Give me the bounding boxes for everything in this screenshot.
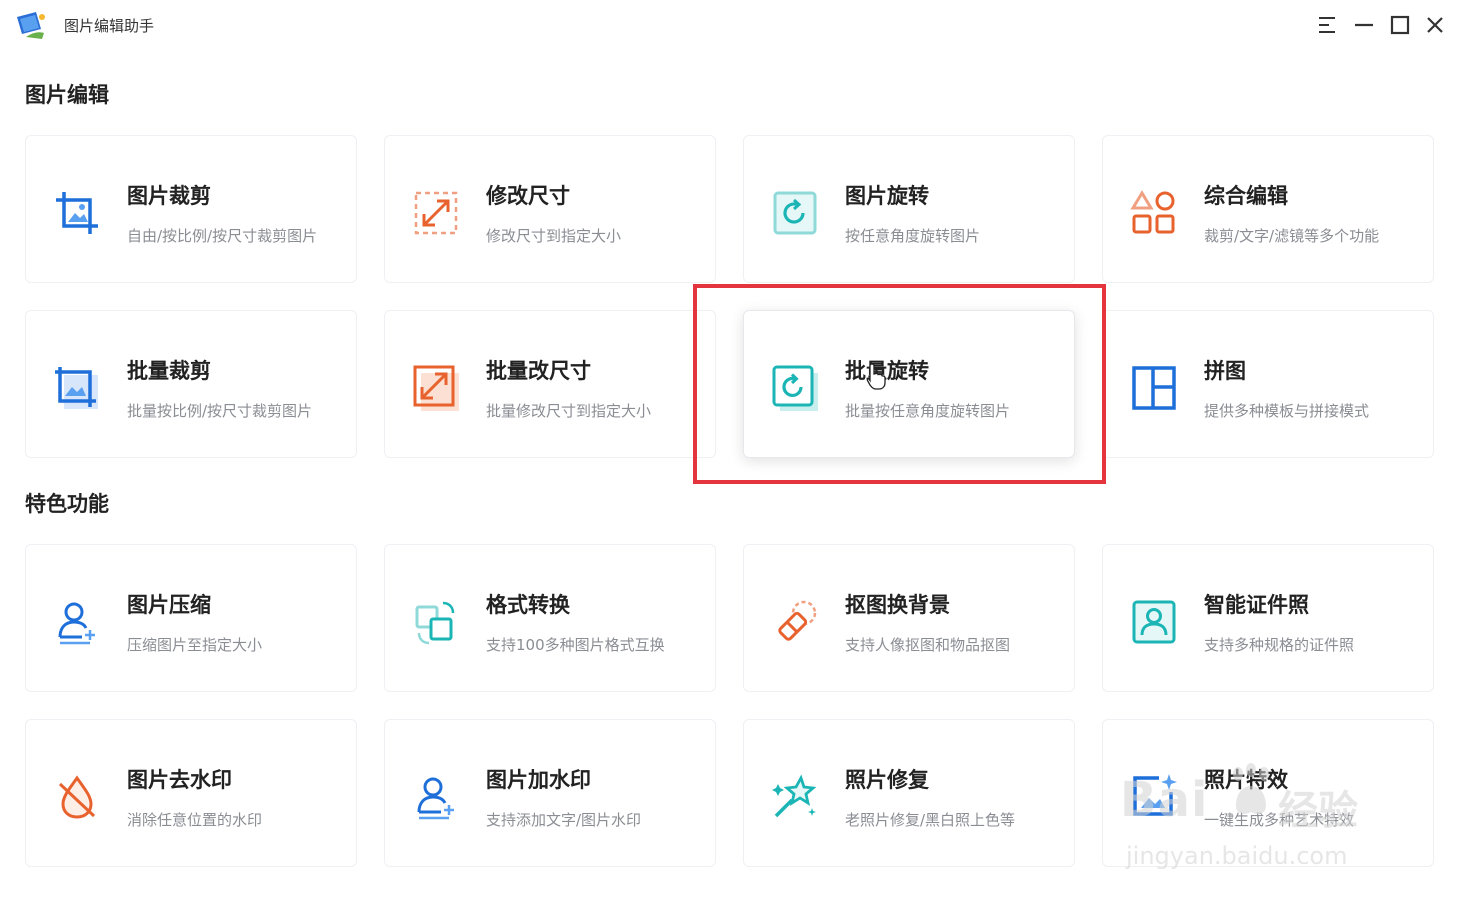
- id-photo-icon: [1132, 600, 1176, 644]
- minimize-icon[interactable]: [1351, 12, 1377, 38]
- card-comprehensive-edit[interactable]: 综合编辑 裁剪/文字/滤镜等多个功能: [1102, 135, 1434, 283]
- card-desc: 批量修改尺寸到指定大小: [486, 402, 652, 420]
- card-desc: 自由/按比例/按尺寸裁剪图片: [127, 227, 318, 245]
- card-title: 照片特效: [1204, 768, 1288, 792]
- card-photo-repair[interactable]: 照片修复 老照片修复/黑白照上色等: [743, 719, 1075, 867]
- card-title: 照片修复: [845, 768, 929, 792]
- convert-icon: [415, 601, 455, 645]
- card-title: 批量裁剪: [127, 359, 211, 383]
- card-format-convert[interactable]: 格式转换 支持100多种图片格式互换: [384, 544, 716, 692]
- app-logo-icon: [17, 12, 45, 39]
- menu-icon[interactable]: [1314, 12, 1340, 38]
- card-compress[interactable]: 图片压缩 压缩图片至指定大小: [25, 544, 357, 692]
- crop-icon: [56, 192, 98, 234]
- card-desc: 支持添加文字/图片水印: [486, 811, 642, 829]
- card-desc: 一键生成多种艺术特效: [1204, 811, 1355, 829]
- card-batch-resize[interactable]: 批量改尺寸 批量修改尺寸到指定大小: [384, 310, 716, 458]
- card-desc: 提供多种模板与拼接模式: [1204, 402, 1370, 420]
- title-bar: 图片编辑助手: [0, 0, 1464, 52]
- app-title: 图片编辑助手: [64, 17, 155, 35]
- card-title: 格式转换: [486, 593, 570, 617]
- batch-crop-icon: [55, 367, 98, 409]
- card-desc: 裁剪/文字/滤镜等多个功能: [1204, 227, 1380, 245]
- card-desc: 批量按比例/按尺寸裁剪图片: [127, 402, 313, 420]
- card-crop[interactable]: 图片裁剪 自由/按比例/按尺寸裁剪图片: [25, 135, 357, 283]
- card-title: 图片加水印: [486, 768, 591, 792]
- maximize-icon[interactable]: [1387, 12, 1413, 38]
- hand-cursor-icon: [866, 363, 886, 390]
- card-resize[interactable]: 修改尺寸 修改尺寸到指定大小: [384, 135, 716, 283]
- card-title: 批量改尺寸: [486, 359, 591, 383]
- eraser-icon: [778, 600, 817, 641]
- card-desc: 按任意角度旋转图片: [845, 227, 981, 245]
- card-desc: 支持人像抠图和物品抠图: [845, 636, 1011, 654]
- card-desc: 修改尺寸到指定大小: [486, 227, 622, 245]
- card-title: 图片旋转: [845, 184, 929, 208]
- card-title: 图片去水印: [127, 768, 232, 792]
- remove-watermark-icon: [58, 775, 96, 819]
- batch-resize-icon: [413, 365, 459, 411]
- card-desc: 消除任意位置的水印: [127, 811, 263, 829]
- section-title-image-edit: 图片编辑: [25, 83, 109, 107]
- card-title: 智能证件照: [1204, 593, 1309, 617]
- shapes-icon: [1130, 190, 1175, 234]
- add-watermark-icon: [417, 777, 454, 820]
- card-id-photo[interactable]: 智能证件照 支持多种规格的证件照: [1102, 544, 1434, 692]
- card-remove-watermark[interactable]: 图片去水印 消除任意位置的水印: [25, 719, 357, 867]
- card-batch-crop[interactable]: 批量裁剪 批量按比例/按尺寸裁剪图片: [25, 310, 357, 458]
- card-desc: 老照片修复/黑白照上色等: [845, 811, 1016, 829]
- compress-icon: [58, 602, 95, 645]
- card-collage[interactable]: 拼图 提供多种模板与拼接模式: [1102, 310, 1434, 458]
- card-photo-effects[interactable]: 照片特效 一键生成多种艺术特效: [1102, 719, 1434, 867]
- card-cutout-background[interactable]: 抠图换背景 支持人像抠图和物品抠图: [743, 544, 1075, 692]
- card-desc: 压缩图片至指定大小: [127, 636, 263, 654]
- card-title: 图片裁剪: [127, 184, 211, 208]
- section-title-features: 特色功能: [25, 492, 109, 516]
- resize-icon: [414, 191, 458, 235]
- rotate-icon: [773, 191, 817, 235]
- magic-wand-icon: [772, 774, 817, 818]
- card-desc: 支持100多种图片格式互换: [486, 636, 665, 654]
- effects-icon: [1133, 774, 1177, 816]
- card-desc: 支持多种规格的证件照: [1204, 636, 1355, 654]
- card-title: 图片压缩: [127, 593, 211, 617]
- card-title: 修改尺寸: [486, 184, 570, 208]
- card-title: 拼图: [1204, 359, 1246, 383]
- card-rotate[interactable]: 图片旋转 按任意角度旋转图片: [743, 135, 1075, 283]
- collage-icon: [1132, 366, 1176, 410]
- card-title: 综合编辑: [1204, 184, 1288, 208]
- close-icon[interactable]: [1422, 12, 1448, 38]
- card-title: 抠图换背景: [845, 593, 950, 617]
- highlight-box: [693, 284, 1106, 484]
- card-add-watermark[interactable]: 图片加水印 支持添加文字/图片水印: [384, 719, 716, 867]
